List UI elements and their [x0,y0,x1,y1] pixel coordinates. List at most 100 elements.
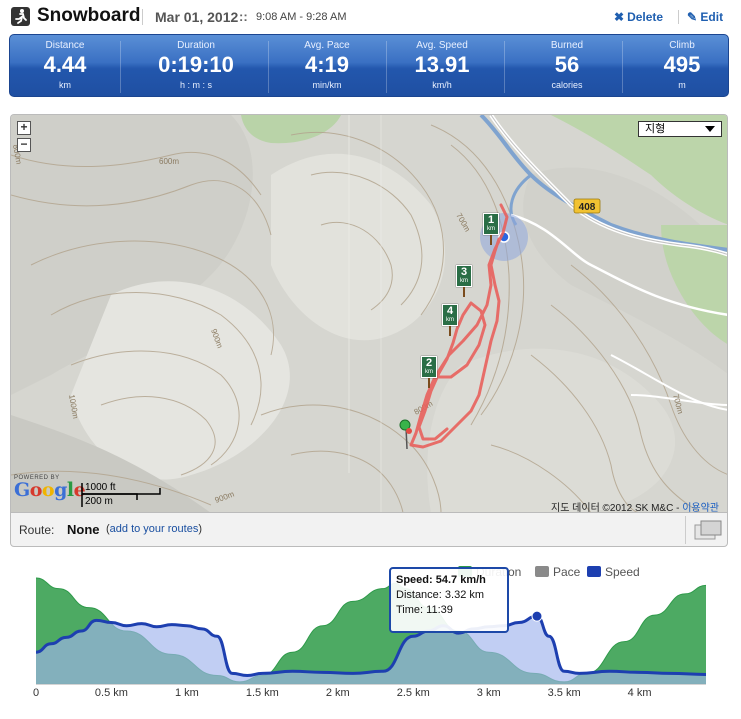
x-tick-label: 3 km [476,687,501,699]
x-tick-label: 4 km [627,687,652,699]
stat-unit: km [59,80,71,90]
zoom-out-button[interactable]: − [17,138,31,152]
km-marker-pole [463,287,465,297]
km-marker-pole [490,235,492,245]
expand-map-icon[interactable] [694,520,722,542]
stat-label: Avg. Pace [304,40,350,51]
stat-divider [268,41,269,93]
stat-value: 13.91 [414,52,470,77]
stat-avg-pace: Avg. Pace 4:19 min/km [272,35,382,98]
stat-value: 4:19 [304,52,350,77]
stat-climb: Climb 495 m [627,35,737,98]
terrain-layer: 600m 700m 900m 1000m 900m 800m 700m 800m… [11,115,727,512]
legend-label: Speed [605,565,640,579]
x-tick-label: 1.5 km [245,687,279,699]
pencil-icon: ✎ [687,10,698,24]
tooltip-speed-label: Speed: [396,574,433,586]
highlighted-point[interactable] [531,610,543,622]
x-tick-label: 1 km [174,687,199,699]
stat-value: 0:19:10 [158,52,234,77]
km-marker-2[interactable]: 2 km [421,356,437,378]
stat-value: 4.44 [43,52,87,77]
stat-duration: Duration 0:19:10 h : m : s [141,35,251,98]
km-marker-1[interactable]: 1 km [483,213,499,235]
stat-label: Climb [669,40,695,51]
x-tick-label: 0 [32,687,40,699]
end-pin [406,428,412,434]
zoom-in-button[interactable]: + [17,121,31,135]
stat-label: Avg. Speed [416,40,468,51]
legend-item-speed[interactable]: Speed [587,565,640,579]
km-marker-unit: km [487,226,495,232]
runner-icon [11,7,30,26]
map-copyright: 지도 데이터 ©2012 SK M&C - 이용약관 [551,499,719,512]
delete-icon: ✖ [614,10,625,24]
km-marker-unit: km [446,317,454,323]
km-marker-number: 4 [446,305,454,317]
edit-button[interactable]: ✎ Edit [687,10,723,24]
tooltip-time: Time: 11:39 [396,603,502,618]
delete-button[interactable]: ✖ Delete [614,10,663,24]
dropdown-arrow-icon [705,126,715,132]
stat-label: Burned [550,40,584,51]
tooltip-speed-value: 54.7 km/h [435,574,486,586]
contour-label: 600m [159,157,179,166]
chart-tooltip: Speed: 54.7 km/h Distance: 3.32 km Time:… [389,567,509,633]
tooltip-time-value: 11:39 [426,604,453,616]
legend-swatch [535,566,549,577]
stat-divider [504,41,505,93]
x-tick-label: 2 km [325,687,350,699]
edit-label: Edit [700,10,724,24]
scale-feet: 1000 ft [85,482,116,493]
legend-item-pace[interactable]: Pace [535,565,580,579]
legend-label: Pace [553,565,581,579]
stat-value: 56 [554,52,580,77]
stat-value: 495 [663,52,701,77]
km-marker-number: 2 [425,357,433,369]
legend-swatch [587,566,601,577]
km-marker-pole [428,378,430,388]
stats-bar: Distance 4.44 km Duration 0:19:10 h : m … [9,34,729,97]
tooltip-time-label: Time: [396,604,424,616]
km-marker-number: 3 [460,266,468,278]
header-divider-2 [678,10,679,24]
stat-unit: m [678,80,686,90]
x-tick-label: 2.5 km [396,687,430,699]
activity-date: Mar 01, 2012 [155,9,239,25]
terms-link[interactable]: 이용약관 [682,503,719,512]
km-marker-number: 1 [487,214,495,226]
stat-divider [120,41,121,93]
stat-distance: Distance 4.44 km [10,35,120,98]
tooltip-distance: Distance: 3.32 km [396,588,502,603]
stat-avg-speed: Avg. Speed 13.91 km/h [387,35,497,98]
stat-label: Distance [45,40,85,51]
google-wordmark: Google [14,479,86,501]
map-type-select[interactable]: 지형 [638,121,722,137]
stat-divider [622,41,623,93]
stat-unit: h : m : s [179,80,212,90]
activity-header: Snowboard Mar 01, 2012 :: 9:08 AM - 9:28… [0,0,741,34]
route-map[interactable]: 600m 700m 900m 1000m 900m 800m 700m 800m… [10,114,728,512]
google-logo[interactable]: POWERED BY Google [14,475,86,501]
km-marker-4[interactable]: 4 km [442,304,458,326]
route-value: None [67,522,100,537]
km-marker-unit: km [460,278,468,284]
scale-meters: 200 m [85,496,113,507]
add-to-routes-link[interactable]: (add to your routes) [106,523,202,535]
tooltip-distance-value: 3.32 km [444,589,485,601]
km-marker-3[interactable]: 3 km [456,265,472,287]
stat-unit: km/h [432,80,452,90]
activity-time-range: 9:08 AM - 9:28 AM [256,11,347,23]
activity-page: Snowboard Mar 01, 2012 :: 9:08 AM - 9:28… [0,0,741,719]
route-label: Route: [19,523,55,537]
stat-unit: calories [551,80,583,90]
date-separator: :: [239,9,248,24]
route-bar: Route: None (add to your routes) [10,512,728,547]
tooltip-distance-label: Distance: [396,589,442,601]
activity-title: Snowboard [37,5,141,26]
stat-unit: min/km [312,80,342,90]
map-type-value: 지형 [645,123,666,135]
add-to-routes-label: add to your routes [109,523,199,535]
km-marker-pole [449,326,451,336]
stat-burned: Burned 56 calories [512,35,622,98]
